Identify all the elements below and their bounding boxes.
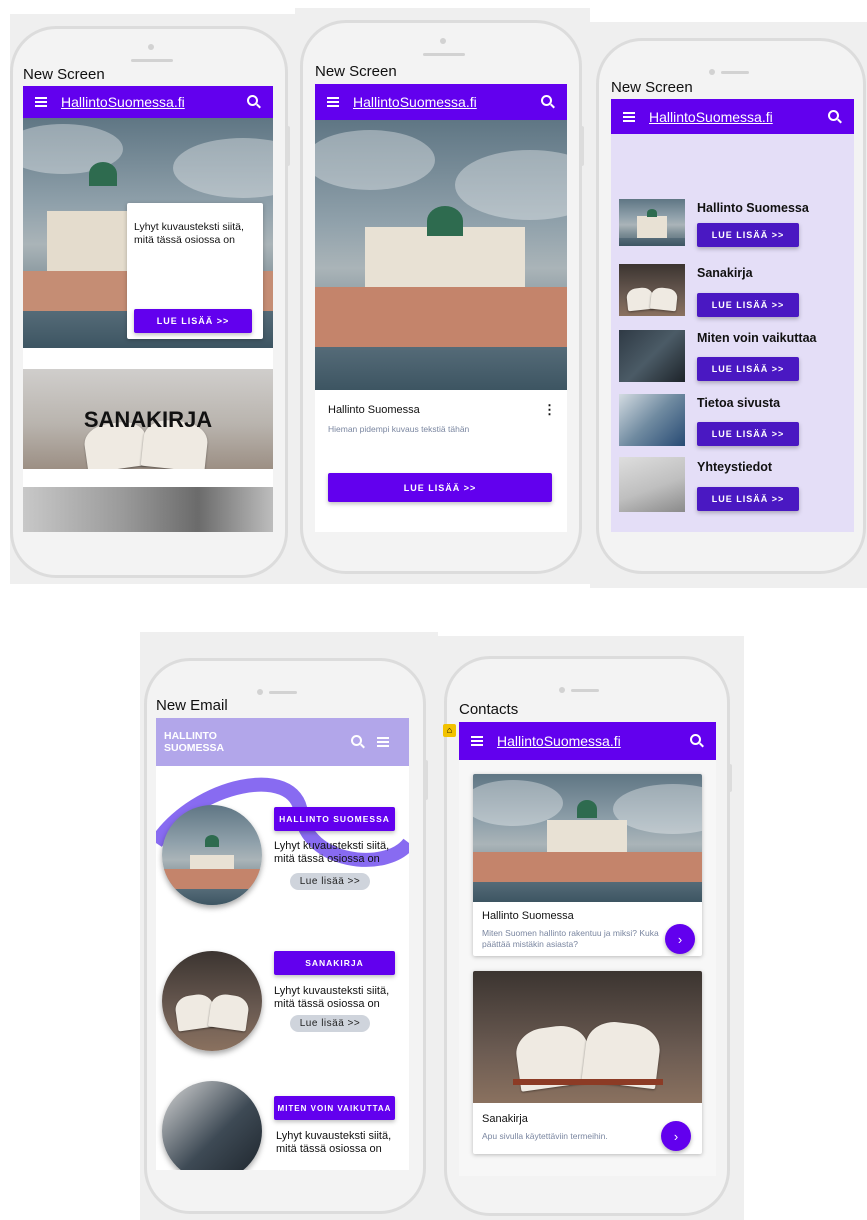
section-image-circle (162, 1081, 262, 1170)
section-tag[interactable]: MITEN VOIN VAIKUTTAA (274, 1096, 395, 1120)
screen-5: HallintoSuomessa.fi Hallinto Suomessa Mi… (459, 722, 716, 1176)
section-tag[interactable]: HALLINTO SUOMESSA (274, 807, 395, 831)
read-more-button[interactable]: LUE LISÄÄ >> (697, 487, 799, 511)
content-card[interactable]: Sanakirja Apu sivulla käytettäviin terme… (473, 971, 702, 1154)
section-description: Lyhyt kuvausteksti siitä, mitä tässä osi… (274, 985, 390, 1010)
screen-title: Contacts (459, 701, 519, 718)
read-more-button[interactable]: LUE LISÄÄ >> (328, 473, 552, 502)
person-photo-image (23, 487, 273, 532)
read-more-pill[interactable]: Lue lisää >> (290, 873, 370, 890)
search-icon[interactable] (247, 95, 261, 109)
camera-dot (257, 689, 263, 695)
screen-4: HALLINTO SUOMESSA HALLINTO SUOMESSA Lyhy… (156, 718, 409, 1170)
section-description: Lyhyt kuvausteksti siitä, mitä tässä osi… (274, 840, 390, 865)
card-subtitle: Hieman pidempi kuvaus tekstiä tähän (328, 424, 470, 434)
card-title: Hallinto Suomessa (482, 910, 574, 922)
speaker-grille (131, 59, 173, 62)
home-marker-icon: ⌂ (443, 724, 456, 737)
read-more-button[interactable]: LUE LISÄÄ >> (697, 422, 799, 446)
brand-line-2: SUOMESSA (164, 742, 225, 754)
open-card-button[interactable]: › (661, 1121, 691, 1151)
card-title: Sanakirja (482, 1113, 528, 1125)
search-icon[interactable] (351, 735, 365, 749)
app-bar: HALLINTO SUOMESSA (156, 718, 409, 766)
screen-1: HallintoSuomessa.fi Lyhyt kuvausteksti s… (23, 86, 273, 532)
list-item-thumbnail (619, 264, 685, 316)
app-bar: HallintoSuomessa.fi (459, 722, 716, 760)
dictionary-book-image (473, 971, 702, 1103)
section-image-circle (162, 951, 262, 1051)
camera-dot (709, 69, 715, 75)
menu-icon[interactable] (35, 97, 47, 107)
section-description: Lyhyt kuvausteksti siitä, mitä tässä osi… (276, 1130, 392, 1155)
app-bar: HallintoSuomessa.fi (611, 99, 854, 134)
list-item-title: Yhteystiedot (697, 460, 773, 474)
card-subtitle: Miten Suomen hallinto rakentuu ja miksi?… (482, 928, 659, 949)
screen-title: New Screen (315, 63, 397, 80)
app-bar: HallintoSuomessa.fi (23, 86, 273, 118)
side-button (424, 760, 428, 800)
camera-dot (148, 44, 154, 50)
brand-link[interactable]: HallintoSuomessa.fi (61, 94, 247, 110)
brand-logo[interactable]: HALLINTO SUOMESSA (164, 730, 351, 754)
list-item-thumbnail (619, 394, 685, 446)
screen-title: New Screen (611, 79, 693, 96)
list-item-title: Tietoa sivusta (697, 396, 781, 410)
card-subtitle: Apu sivulla käytettäviin termeihin. (482, 1131, 608, 1141)
helsinki-cathedral-image (473, 774, 702, 902)
read-more-button[interactable]: LUE LISÄÄ >> (134, 309, 252, 333)
screen-3: HallintoSuomessa.fi Hallinto Suomessa LU… (611, 99, 854, 532)
list-item-thumbnail (619, 457, 685, 512)
screen-title: New Email (156, 697, 228, 714)
camera-dot (559, 687, 565, 693)
helsinki-cathedral-image (315, 120, 567, 390)
card-title: Hallinto Suomessa (328, 404, 420, 416)
app-bar: HallintoSuomessa.fi (315, 84, 567, 120)
read-more-button[interactable]: LUE LISÄÄ >> (697, 357, 799, 381)
section-tag[interactable]: SANAKIRJA (274, 951, 395, 975)
read-more-pill[interactable]: Lue lisää >> (290, 1015, 370, 1032)
menu-icon[interactable] (471, 736, 483, 746)
hero-info-card: Lyhyt kuvausteksti siitä, mitä tässä osi… (127, 203, 263, 339)
speaker-grille (423, 53, 465, 56)
read-more-button[interactable]: LUE LISÄÄ >> (697, 293, 799, 317)
hero-description: Lyhyt kuvausteksti siitä, mitä tässä osi… (134, 221, 244, 246)
speaker-grille (721, 71, 749, 74)
speaker-grille (571, 689, 599, 692)
search-icon[interactable] (828, 109, 842, 124)
section-image-circle (162, 805, 262, 905)
list-item-title: Hallinto Suomessa (697, 201, 809, 215)
dictionary-banner-image: SANAKIRJA (23, 369, 273, 469)
content-card[interactable]: Hallinto Suomessa Miten Suomen hallinto … (473, 774, 702, 956)
search-icon[interactable] (541, 95, 555, 109)
list-item-thumbnail (619, 199, 685, 246)
list-item-title: Sanakirja (697, 266, 753, 280)
open-card-button[interactable]: › (665, 924, 695, 954)
brand-link[interactable]: HallintoSuomessa.fi (353, 94, 541, 110)
side-button (728, 764, 732, 792)
list-item-thumbnail (619, 330, 685, 382)
menu-icon[interactable] (377, 737, 389, 747)
speaker-grille (269, 691, 297, 694)
brand-link[interactable]: HallintoSuomessa.fi (497, 733, 690, 749)
search-icon[interactable] (690, 734, 704, 748)
screen-title: New Screen (23, 66, 105, 83)
brand-link[interactable]: HallintoSuomessa.fi (649, 109, 828, 125)
side-button (580, 126, 584, 166)
side-button (286, 126, 290, 166)
menu-icon[interactable] (623, 111, 635, 122)
camera-dot (440, 38, 446, 44)
read-more-button[interactable]: LUE LISÄÄ >> (697, 223, 799, 247)
brand-line-1: HALLINTO (164, 730, 217, 742)
dictionary-banner-label: SANAKIRJA (83, 407, 213, 432)
list-item-title: Miten voin vaikuttaa (697, 331, 817, 345)
screen-2: HallintoSuomessa.fi Hallinto Suomessa Hi… (315, 84, 567, 532)
more-vert-icon[interactable]: ⋮ (543, 403, 556, 416)
menu-icon[interactable] (327, 97, 339, 107)
